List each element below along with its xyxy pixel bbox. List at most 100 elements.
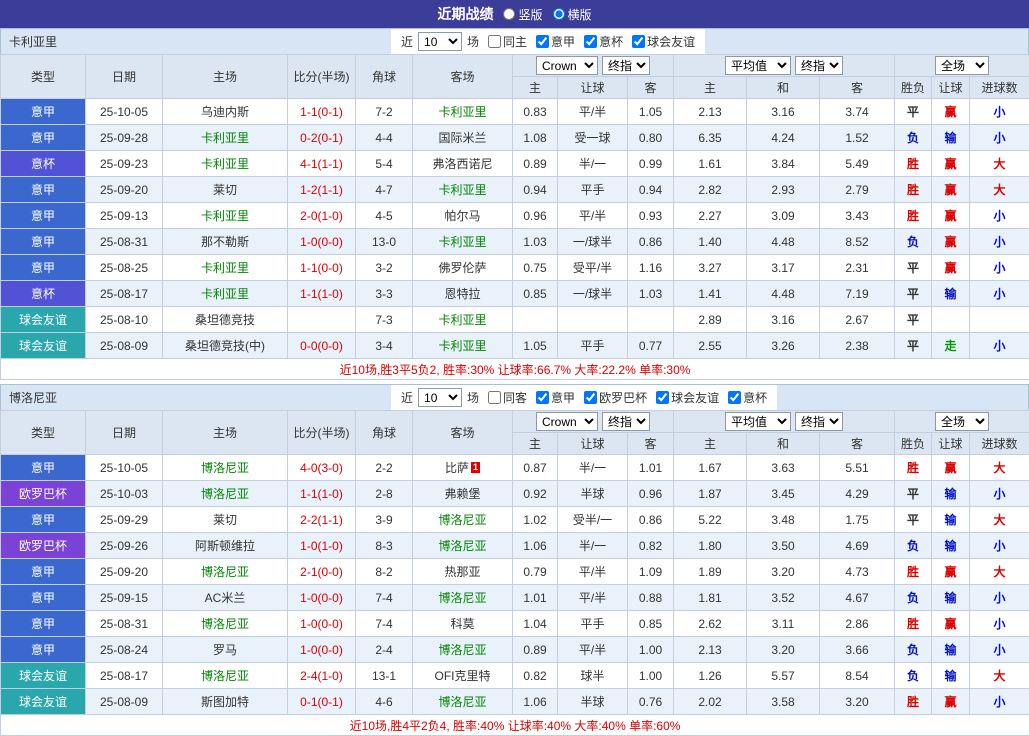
goals-result-cell xyxy=(970,307,1029,333)
goals-result-cell: 大 xyxy=(970,507,1029,533)
col-header: 类型 xyxy=(1,55,86,99)
league-filter-checkbox[interactable] xyxy=(632,35,645,48)
scope-select[interactable]: 全场 xyxy=(935,412,989,431)
match-row: 球会友谊25-08-09斯图加特0-1(0-1)4-6博洛尼亚1.06半球0.7… xyxy=(1,689,1029,715)
avg-home-odds-cell: 2.82 xyxy=(674,177,747,203)
filter-bar: 近10场同客意甲欧罗巴杯球会友谊意杯 xyxy=(391,385,777,410)
wdl-result-cell: 平 xyxy=(895,281,932,307)
col-header: 角球 xyxy=(356,411,413,455)
league-filter[interactable]: 球会友谊 xyxy=(650,389,719,406)
col-header: 主场 xyxy=(163,411,288,455)
league-filter-checkbox[interactable] xyxy=(584,391,597,404)
away-team-cell: 弗洛西诺尼 xyxy=(413,151,513,177)
corner-cell: 4-4 xyxy=(356,125,413,151)
horizontal-layout-radio[interactable] xyxy=(553,8,565,20)
sub-col-header: 让球 xyxy=(558,433,628,455)
handicap-away-odds-cell: 1.09 xyxy=(628,559,674,585)
avg-draw-odds-cell: 3.16 xyxy=(747,99,820,125)
avg-away-odds-cell: 5.49 xyxy=(820,151,895,177)
league-filter[interactable]: 意甲 xyxy=(530,33,575,50)
handicap-home-odds-cell xyxy=(513,307,558,333)
handicap-away-odds-cell: 1.16 xyxy=(628,255,674,281)
league-filter[interactable]: 球会友谊 xyxy=(626,33,695,50)
team-bar: 卡利亚里近10场同主意甲意杯球会友谊 xyxy=(0,28,1029,54)
league-filter[interactable]: 意杯 xyxy=(578,33,623,50)
recent-count-select[interactable]: 10 xyxy=(418,32,462,51)
odds-type-select[interactable]: 终指 xyxy=(602,412,650,431)
league-cell: 意甲 xyxy=(1,125,86,151)
sub-col-header: 客 xyxy=(820,77,895,99)
wdl-result-cell: 胜 xyxy=(895,689,932,715)
away-team-cell: OFI克里特 xyxy=(413,663,513,689)
date-cell: 25-09-15 xyxy=(86,585,163,611)
corner-cell: 7-4 xyxy=(356,611,413,637)
league-filter[interactable]: 意甲 xyxy=(530,389,575,406)
goals-result-cell: 小 xyxy=(970,229,1029,255)
score-cell: 0-2(0-1) xyxy=(288,125,356,151)
same-venue-filter-checkbox[interactable] xyxy=(488,391,501,404)
handicap-line-cell: 半球 xyxy=(558,689,628,715)
handicap-away-odds-cell xyxy=(628,307,674,333)
goals-result-cell: 小 xyxy=(970,255,1029,281)
avg-away-odds-cell: 2.67 xyxy=(820,307,895,333)
avg-away-odds-cell: 3.43 xyxy=(820,203,895,229)
avg-home-odds-cell: 1.67 xyxy=(674,455,747,481)
league-filter[interactable]: 意杯 xyxy=(722,389,767,406)
avg-home-odds-cell: 2.02 xyxy=(674,689,747,715)
scope-select[interactable]: 全场 xyxy=(935,56,989,75)
vertical-layout-radio[interactable] xyxy=(503,8,515,20)
avg-home-odds-cell: 3.27 xyxy=(674,255,747,281)
wdl-result-cell: 平 xyxy=(895,255,932,281)
odds-company-select[interactable]: Crown xyxy=(536,412,598,431)
handicap-away-odds-cell: 0.88 xyxy=(628,585,674,611)
wdl-result-cell: 负 xyxy=(895,125,932,151)
col-header: 比分(半场) xyxy=(288,411,356,455)
avg-away-odds-cell: 3.20 xyxy=(820,689,895,715)
league-filter-checkbox[interactable] xyxy=(656,391,669,404)
sub-col-header: 和 xyxy=(747,433,820,455)
avg-type-select[interactable]: 终指 xyxy=(795,56,843,75)
home-team-cell: 桑坦德竞技(中) xyxy=(163,333,288,359)
recent-count-select[interactable]: 10 xyxy=(418,388,462,407)
layout-option-vertical[interactable]: 竖版 xyxy=(503,6,542,23)
handicap-line-cell: 平/半 xyxy=(558,99,628,125)
avg-company-select[interactable]: 平均值 xyxy=(725,56,791,75)
avg-company-select[interactable]: 平均值 xyxy=(725,412,791,431)
away-team-cell: 恩特拉 xyxy=(413,281,513,307)
near-label: 近 xyxy=(401,33,413,50)
league-filter-checkbox[interactable] xyxy=(536,35,549,48)
same-venue-filter-checkbox[interactable] xyxy=(488,35,501,48)
handicap-home-odds-cell: 1.06 xyxy=(513,533,558,559)
league-filter[interactable]: 欧罗巴杯 xyxy=(578,389,647,406)
layout-option-horizontal[interactable]: 横版 xyxy=(553,6,592,23)
wdl-result-cell: 胜 xyxy=(895,177,932,203)
wdl-result-cell: 胜 xyxy=(895,559,932,585)
score-cell: 1-1(0-1) xyxy=(288,99,356,125)
away-team-cell: 卡利亚里 xyxy=(413,229,513,255)
wdl-result-cell: 负 xyxy=(895,585,932,611)
avg-home-odds-cell: 6.35 xyxy=(674,125,747,151)
league-filter-checkbox[interactable] xyxy=(728,391,741,404)
same-venue-filter[interactable]: 同主 xyxy=(482,33,527,50)
league-cell: 球会友谊 xyxy=(1,663,86,689)
match-row: 意甲25-08-25卡利亚里1-1(0-0)3-2佛罗伦萨0.75受平/半1.1… xyxy=(1,255,1029,281)
handicap-home-odds-cell: 0.82 xyxy=(513,663,558,689)
odds-type-select[interactable]: 终指 xyxy=(602,56,650,75)
odds-company-header: Crown终指 xyxy=(513,55,674,77)
wdl-result-cell: 胜 xyxy=(895,203,932,229)
avg-draw-odds-cell: 3.50 xyxy=(747,533,820,559)
odds-company-select[interactable]: Crown xyxy=(536,56,598,75)
away-team-cell: 卡利亚里 xyxy=(413,99,513,125)
avg-type-select[interactable]: 终指 xyxy=(795,412,843,431)
league-filter-checkbox[interactable] xyxy=(584,35,597,48)
col-header: 类型 xyxy=(1,411,86,455)
same-venue-filter[interactable]: 同客 xyxy=(482,389,527,406)
handicap-home-odds-cell: 0.85 xyxy=(513,281,558,307)
sub-col-header: 让球 xyxy=(932,433,970,455)
date-cell: 25-09-20 xyxy=(86,177,163,203)
handicap-result-cell: 赢 xyxy=(932,99,970,125)
handicap-result-cell: 输 xyxy=(932,125,970,151)
avg-draw-odds-cell: 3.20 xyxy=(747,559,820,585)
league-filter-checkbox[interactable] xyxy=(536,391,549,404)
handicap-line-cell: 一/球半 xyxy=(558,281,628,307)
